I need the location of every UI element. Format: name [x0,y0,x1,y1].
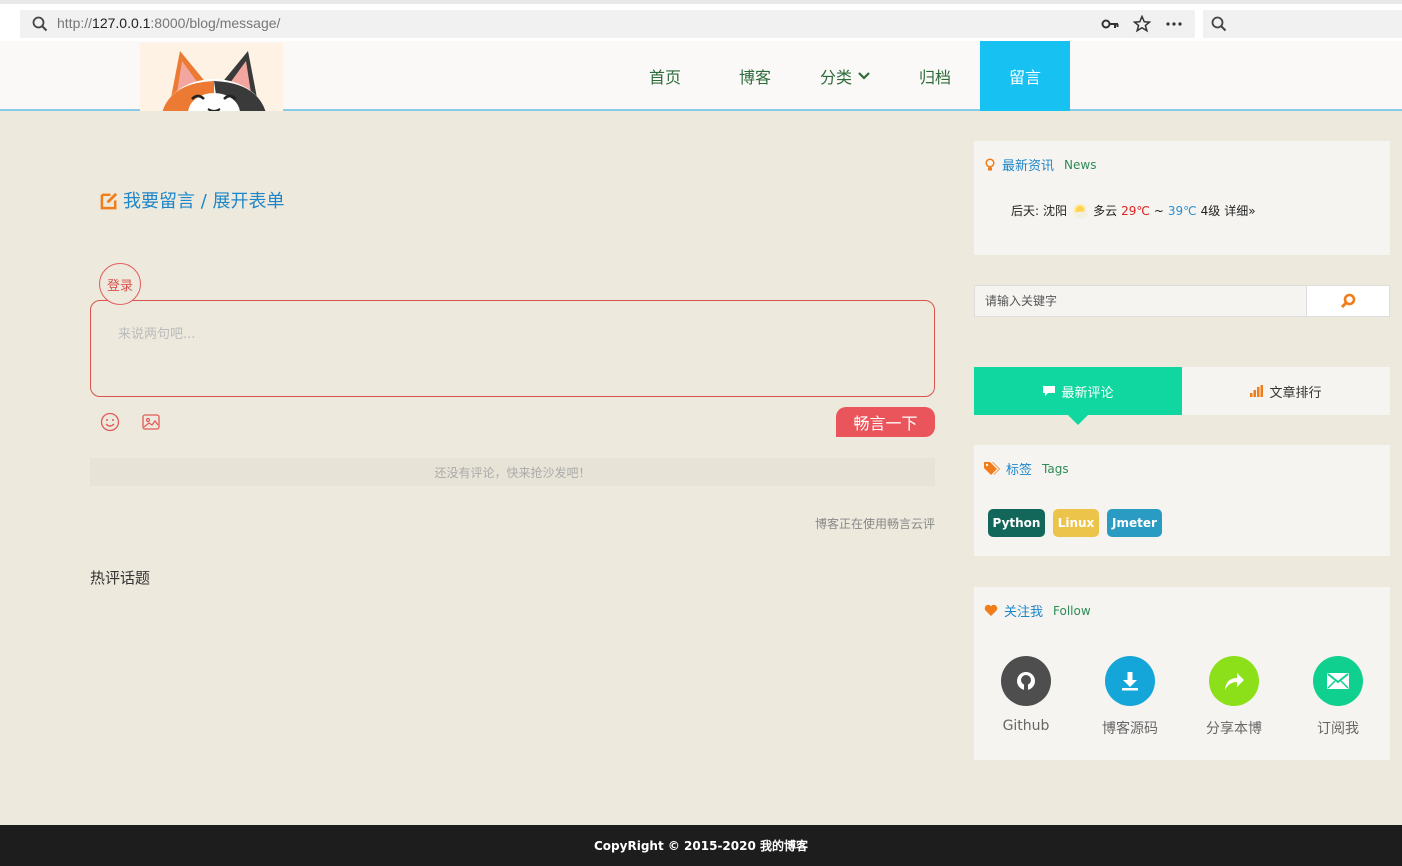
nav-home[interactable]: 首页 [620,41,710,111]
tags-title: 标签 [1006,463,1033,478]
keyword-search-button[interactable] [1306,285,1390,317]
share-icon [1225,673,1244,690]
mail-icon-circle [1313,656,1363,706]
news-subtitle: News [1064,157,1097,172]
github-icon [1017,672,1035,690]
search-icon [1211,16,1227,32]
search-icon [1340,293,1356,309]
bar-chart-icon [1250,385,1264,397]
follow-subscribe[interactable]: 订阅我 [1288,656,1388,738]
news-title: 最新资讯 [1002,159,1055,174]
star-icon[interactable] [1133,15,1151,33]
url-text: http://127.0.0.1:8000/blog/message/ [57,15,281,31]
tab-article-ranking[interactable]: 文章排行 [1182,367,1390,415]
follow-github[interactable]: Github [976,656,1076,734]
submit-comment-button[interactable]: 畅言一下 [836,407,935,437]
site-footer: CopyRight © 2015-2020 我的博客 [0,825,1402,866]
login-button[interactable]: 登录 [99,263,141,305]
sidebar-search [974,285,1390,317]
site-header: 首页 博客 分类 归档 留言 [0,41,1402,111]
nav-archive[interactable]: 归档 [890,41,980,111]
follow-share[interactable]: 分享本博 [1184,656,1284,738]
browser-toolbar: http://127.0.0.1:8000/blog/message/ [0,0,1402,41]
empty-comments-tip: 还没有评论，快来抢沙发吧！ [90,458,935,486]
emoji-icon[interactable] [100,412,120,432]
tags-icon [984,461,1000,475]
copyright-text: CopyRight © 2015-2020 我的博客 [594,839,808,853]
tags-panel: 标签 Tags [974,445,1390,556]
github-icon-circle [1001,656,1051,706]
comment-icon [1043,386,1056,396]
download-icon-circle [1105,656,1155,706]
follow-title: 关注我 [1004,605,1044,620]
nav-blog[interactable]: 博客 [710,41,800,111]
search-icon [32,16,48,32]
follow-source[interactable]: 博客源码 [1080,656,1180,738]
chevron-down-icon [858,72,870,80]
keyword-search-input[interactable] [974,285,1307,317]
sidebar-tabs: 最新评论 文章排行 [974,367,1390,425]
hot-topics-title: 热评话题 [90,569,151,587]
tag-python[interactable]: Python [988,509,1045,537]
heart-icon [984,604,998,616]
mail-icon [1327,673,1349,689]
nav-category[interactable]: 分类 [800,41,890,111]
comment-input[interactable] [91,301,934,396]
main-nav: 首页 博客 分类 归档 留言 [620,41,1070,111]
address-bar[interactable]: http://127.0.0.1:8000/blog/message/ [20,10,1195,38]
comment-box [90,300,935,397]
tag-jmeter[interactable]: Jmeter [1107,509,1162,537]
news-panel: 最新资讯 News 后天: 沈阳 多云 29℃ ~39℃ 4级 详细» [974,141,1390,255]
expand-form-link[interactable]: 我要留言 / 展开表单 [100,187,285,213]
edit-icon [100,192,118,209]
image-icon[interactable] [141,412,161,432]
weather-detail-link[interactable]: 详细» [1224,202,1255,219]
share-icon-circle [1209,656,1259,706]
tag-linux[interactable]: Linux [1053,509,1099,537]
site-logo[interactable] [140,43,283,111]
expand-form-text: 我要留言 / 展开表单 [123,191,285,212]
tags-subtitle: Tags [1042,461,1069,476]
more-icon[interactable] [1165,21,1183,27]
nav-message[interactable]: 留言 [980,41,1070,111]
follow-subtitle: Follow [1053,603,1091,618]
download-icon [1122,672,1138,691]
key-icon[interactable] [1101,16,1119,32]
browser-search-box[interactable] [1203,10,1402,38]
tab-latest-comments[interactable]: 最新评论 [974,367,1182,425]
cloud-icon [1074,203,1089,218]
bulb-icon [985,157,995,170]
powered-by-text: 博客正在使用畅言云评 [814,517,935,531]
weather-forecast: 后天: 沈阳 多云 29℃ ~39℃ 4级 详细» [1011,202,1256,219]
